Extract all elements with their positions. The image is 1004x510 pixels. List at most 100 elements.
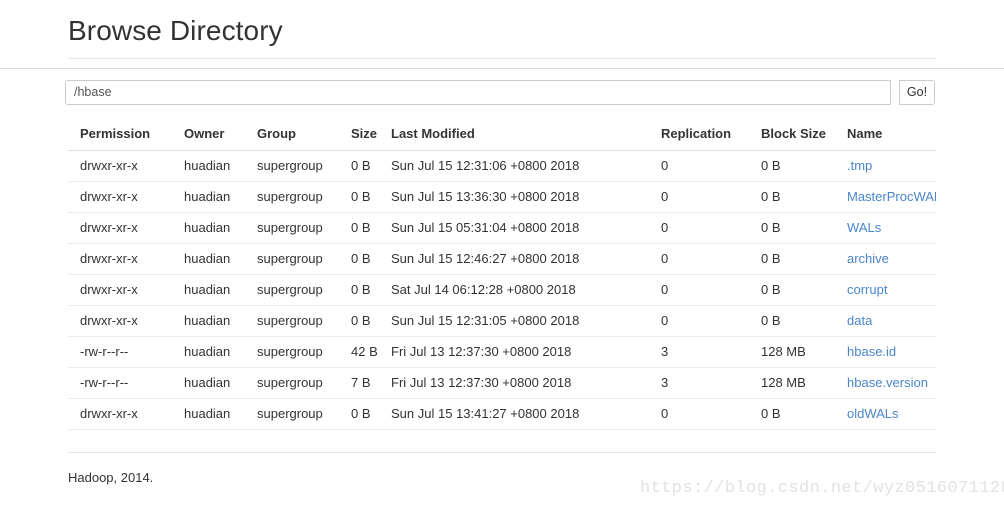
cell-last-modified: Sun Jul 15 12:31:06 +0800 2018 [379, 150, 649, 182]
column-header-permission: Permission [68, 126, 172, 151]
cell-name: .tmp [835, 150, 936, 182]
cell-block-size: 0 B [749, 305, 835, 337]
cell-replication: 0 [649, 212, 749, 244]
cell-size: 0 B [339, 274, 379, 306]
cell-group: supergroup [245, 336, 339, 368]
column-header-block-size: Block Size [749, 126, 835, 151]
table-row: drwxr-xr-x huadian supergroup 0 B Sun Jul 15… [68, 243, 936, 275]
cell-permission: drwxr-xr-x [68, 398, 172, 430]
file-link[interactable]: oldWALs [847, 406, 899, 421]
cell-replication: 3 [649, 336, 749, 368]
cell-replication: 3 [649, 367, 749, 399]
cell-owner: huadian [172, 243, 245, 275]
cell-name: MasterProcWALs [835, 181, 936, 213]
cell-owner: huadian [172, 274, 245, 306]
cell-name: archive [835, 243, 936, 275]
cell-block-size: 0 B [749, 243, 835, 275]
cell-permission: drwxr-xr-x [68, 274, 172, 306]
column-header-owner: Owner [172, 126, 245, 151]
file-link[interactable]: corrupt [847, 282, 887, 297]
table-row: drwxr-xr-x huadian supergroup 0 B Sun Jul 15… [68, 181, 936, 213]
file-link[interactable]: hbase.version [847, 375, 928, 390]
cell-last-modified: Fri Jul 13 12:37:30 +0800 2018 [379, 367, 649, 399]
column-header-group: Group [245, 126, 339, 151]
cell-size: 0 B [339, 243, 379, 275]
table-row: drwxr-xr-x huadian supergroup 0 B Sat Jul 14… [68, 274, 936, 306]
cell-replication: 0 [649, 243, 749, 275]
cell-owner: huadian [172, 212, 245, 244]
cell-last-modified: Sat Jul 14 06:12:28 +0800 2018 [379, 274, 649, 306]
cell-block-size: 0 B [749, 150, 835, 182]
cell-block-size: 0 B [749, 212, 835, 244]
column-header-name: Name [835, 126, 936, 151]
cell-permission: drwxr-xr-x [68, 181, 172, 213]
cell-group: supergroup [245, 274, 339, 306]
cell-owner: huadian [172, 181, 245, 213]
cell-group: supergroup [245, 305, 339, 337]
file-link[interactable]: .tmp [847, 158, 872, 173]
table-row: -rw-r--r-- huadian supergroup 42 B Fri Jul 1… [68, 336, 936, 368]
cell-permission: -rw-r--r-- [68, 336, 172, 368]
path-input[interactable] [65, 80, 891, 105]
cell-last-modified: Sun Jul 15 05:31:04 +0800 2018 [379, 212, 649, 244]
cell-replication: 0 [649, 305, 749, 337]
page-title: Browse Directory [68, 15, 283, 46]
file-link[interactable]: WALs [847, 220, 881, 235]
table-row: -rw-r--r-- huadian supergroup 7 B Fri Jul 13… [68, 367, 936, 399]
watermark: https://blog.csdn.net/wyz0516071128 [640, 479, 1004, 498]
cell-block-size: 0 B [749, 181, 835, 213]
cell-replication: 0 [649, 274, 749, 306]
table-row: drwxr-xr-x huadian supergroup 0 B Sun Jul 15… [68, 212, 936, 244]
cell-replication: 0 [649, 398, 749, 430]
table-row: drwxr-xr-x huadian supergroup 0 B Sun Jul 15… [68, 305, 936, 337]
cell-permission: drwxr-xr-x [68, 212, 172, 244]
cell-permission: drwxr-xr-x [68, 243, 172, 275]
browse-directory-page: Browse Directory Go! Permission Owner Gr… [0, 0, 1004, 510]
cell-name: corrupt [835, 274, 936, 306]
cell-replication: 0 [649, 181, 749, 213]
table-header: Permission Owner Group Size Last Modifie… [68, 126, 936, 151]
cell-permission: drwxr-xr-x [68, 150, 172, 182]
cell-name: hbase.id [835, 336, 936, 368]
file-listing-table: Permission Owner Group Size Last Modifie… [68, 126, 936, 430]
file-link[interactable]: data [847, 313, 872, 328]
title-divider-light [68, 58, 936, 59]
cell-size: 42 B [339, 336, 379, 368]
cell-group: supergroup [245, 367, 339, 399]
cell-name: hbase.version [835, 367, 936, 399]
cell-owner: huadian [172, 367, 245, 399]
cell-block-size: 128 MB [749, 367, 835, 399]
cell-group: supergroup [245, 181, 339, 213]
footer-text: Hadoop, 2014. [68, 470, 154, 485]
cell-group: supergroup [245, 243, 339, 275]
title-divider [0, 68, 1004, 69]
cell-replication: 0 [649, 150, 749, 182]
cell-block-size: 128 MB [749, 336, 835, 368]
cell-last-modified: Sun Jul 15 12:46:27 +0800 2018 [379, 243, 649, 275]
cell-owner: huadian [172, 336, 245, 368]
cell-size: 7 B [339, 367, 379, 399]
table-body: drwxr-xr-x huadian supergroup 0 B Sun Jul 15… [68, 150, 936, 430]
cell-size: 0 B [339, 398, 379, 430]
file-link[interactable]: hbase.id [847, 344, 896, 359]
column-header-replication: Replication [649, 126, 749, 151]
table-header-row: Permission Owner Group Size Last Modifie… [68, 126, 936, 151]
column-header-size: Size [339, 126, 379, 151]
table-row: drwxr-xr-x huadian supergroup 0 B Sun Jul 15… [68, 398, 936, 430]
cell-block-size: 0 B [749, 398, 835, 430]
cell-permission: drwxr-xr-x [68, 305, 172, 337]
cell-block-size: 0 B [749, 274, 835, 306]
cell-name: oldWALs [835, 398, 936, 430]
cell-owner: huadian [172, 150, 245, 182]
cell-size: 0 B [339, 212, 379, 244]
cell-owner: huadian [172, 398, 245, 430]
table-row: drwxr-xr-x huadian supergroup 0 B Sun Jul 15… [68, 150, 936, 182]
cell-size: 0 B [339, 181, 379, 213]
path-form: Go! [65, 80, 935, 107]
cell-size: 0 B [339, 150, 379, 182]
footer-divider [68, 452, 936, 453]
go-button[interactable]: Go! [899, 80, 935, 105]
file-link[interactable]: MasterProcWALs [847, 189, 936, 204]
file-link[interactable]: archive [847, 251, 889, 266]
cell-last-modified: Sun Jul 15 13:41:27 +0800 2018 [379, 398, 649, 430]
